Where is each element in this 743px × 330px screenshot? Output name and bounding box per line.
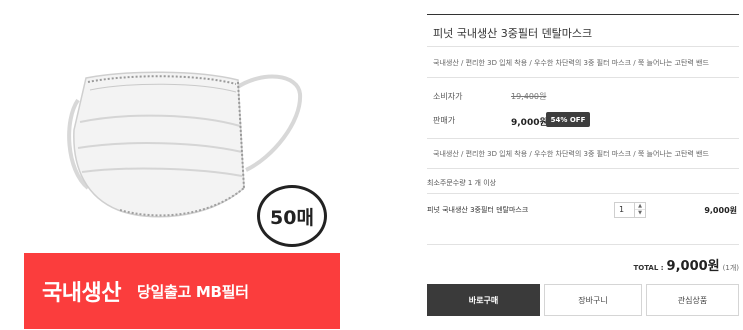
- wishlist-button[interactable]: 관심상품: [646, 284, 739, 316]
- divider: [427, 138, 739, 139]
- total-label: TOTAL :: [633, 264, 664, 272]
- count-badge: 50매: [257, 185, 327, 247]
- top-divider: [427, 14, 739, 15]
- product-title: 피넛 국내생산 3중필터 덴탈마스크: [433, 27, 593, 40]
- add-to-cart-button[interactable]: 장바구니: [544, 284, 642, 316]
- quantity-value[interactable]: 1: [619, 205, 624, 214]
- product-image: 50매 국내생산 당일출고 MB필터: [0, 0, 360, 330]
- quantity-stepper[interactable]: 1 ▲ ▼: [614, 202, 646, 218]
- banner-main-text: 국내생산: [42, 281, 121, 306]
- banner-sub-text: 당일출고 MB필터: [136, 282, 249, 301]
- buy-now-button[interactable]: 바로구매: [427, 284, 540, 316]
- quantity-down-icon[interactable]: ▼: [635, 210, 645, 217]
- consumer-price: 19,400원: [511, 92, 547, 101]
- divider: [427, 244, 739, 245]
- product-info-panel: 피넛 국내생산 3중필터 덴탈마스크 국내생산 / 편리한 3D 입체 착용 /…: [427, 0, 743, 330]
- divider: [427, 46, 739, 47]
- divider: [427, 193, 739, 194]
- sale-price: 9,000원: [511, 118, 548, 128]
- min-order-text: 최소주문수량 1 개 이상: [427, 179, 497, 187]
- divider: [427, 77, 739, 78]
- promo-banner: 국내생산 당일출고 MB필터: [24, 253, 340, 329]
- sale-price-label: 판매가: [433, 116, 456, 125]
- product-description-2: 국내생산 / 편리한 3D 입체 착용 / 우수한 차단력의 3중 필터 마스크…: [433, 150, 709, 158]
- product-description: 국내생산 / 편리한 3D 입체 착용 / 우수한 차단력의 3중 필터 마스크…: [433, 59, 709, 67]
- option-price: 9,000원: [704, 206, 737, 215]
- total-count: (1개): [722, 264, 739, 272]
- option-name: 피넛 국내생산 3중필터 덴탈마스크: [427, 206, 529, 214]
- quantity-up-icon[interactable]: ▲: [635, 203, 645, 210]
- consumer-price-label: 소비자가: [433, 92, 463, 101]
- discount-badge: 54% OFF: [546, 112, 590, 127]
- divider: [427, 168, 739, 169]
- stepper-buttons: ▲ ▼: [634, 203, 645, 217]
- total-amount: 9,000원: [666, 259, 720, 274]
- total-summary: TOTAL : 9,000원 (1개): [633, 255, 739, 274]
